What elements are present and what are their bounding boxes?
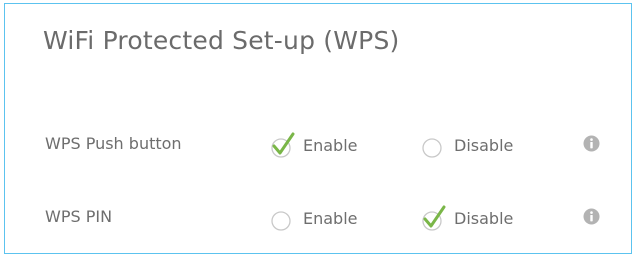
- enable-label: Enable: [303, 136, 358, 155]
- wps-push-button-label: WPS Push button: [45, 134, 182, 153]
- info-icon[interactable]: [583, 135, 600, 152]
- panel-title: WiFi Protected Set-up (WPS): [43, 26, 400, 55]
- radio-icon[interactable]: [418, 131, 448, 161]
- wps-push-button-disable-option[interactable]: Disable: [418, 128, 528, 162]
- wps-pin-label: WPS PIN: [45, 207, 113, 226]
- disable-label: Disable: [454, 136, 514, 155]
- wps-pin-row: WPS PIN Enable Disable: [5, 201, 631, 235]
- wps-push-button-row: WPS Push button Enable Disable: [5, 128, 631, 162]
- enable-label: Enable: [303, 209, 358, 228]
- info-icon[interactable]: [583, 208, 600, 225]
- check-icon[interactable]: [418, 204, 448, 234]
- wps-push-button-enable-option[interactable]: Enable: [267, 128, 377, 162]
- disable-label: Disable: [454, 209, 514, 228]
- radio-icon[interactable]: [267, 204, 297, 234]
- wps-pin-disable-option[interactable]: Disable: [418, 201, 528, 235]
- wps-pin-enable-option[interactable]: Enable: [267, 201, 377, 235]
- check-icon[interactable]: [267, 131, 297, 161]
- wps-panel: WiFi Protected Set-up (WPS) WPS Push but…: [4, 3, 632, 254]
